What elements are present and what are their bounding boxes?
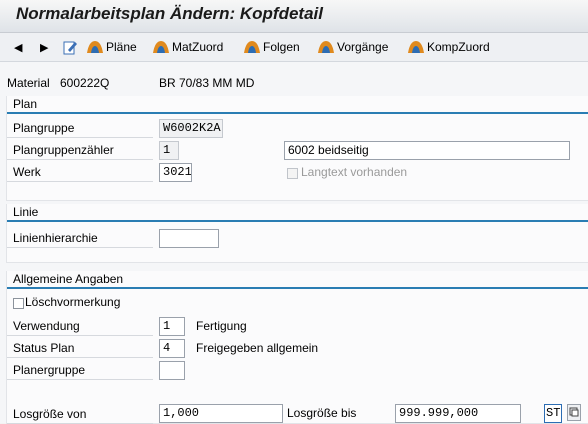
langtext-checkbox[interactable] <box>287 168 298 179</box>
vorgaenge-label: Vorgänge <box>337 40 389 54</box>
linienhierarchie-label: Linienhierarchie <box>7 228 153 248</box>
application-toolbar: ◀ ▶ Pläne MatZuord Folgen Vorgänge KompZ… <box>0 33 588 62</box>
plangruppenzaehler-field[interactable]: 1 <box>159 141 179 160</box>
kompzuord-button[interactable]: KompZuord <box>407 33 490 61</box>
back-icon: ◀ <box>14 41 23 54</box>
linie-group: Linie Linienhierarchie <box>6 204 588 263</box>
matchcode-icon <box>569 407 579 417</box>
loeschvormerkung-label: Löschvormerkung <box>25 295 121 309</box>
linie-group-title: Linie <box>13 205 39 219</box>
unit-field[interactable]: ST <box>544 404 562 423</box>
linie-group-divider <box>7 220 588 222</box>
plaene-button[interactable]: Pläne <box>86 33 137 61</box>
losgroesse-bis-field[interactable]: 999.999,000 <box>395 404 521 423</box>
matchcode-button[interactable] <box>567 404 581 421</box>
edit-icon <box>63 41 77 55</box>
material-value: 600222Q <box>60 76 110 90</box>
forward-button[interactable]: ▶ <box>40 33 48 61</box>
status-plan-text: Freigegeben allgemein <box>196 341 319 355</box>
verwendung-field[interactable]: 1 <box>159 317 185 336</box>
operations-icon <box>318 41 334 53</box>
allgemein-group-divider <box>7 287 588 289</box>
planergruppe-field[interactable] <box>159 361 185 380</box>
losgroesse-bis-label: Losgröße bis <box>287 406 357 420</box>
edit-button[interactable] <box>62 33 78 61</box>
matzuord-button[interactable]: MatZuord <box>152 33 223 61</box>
component-assign-icon <box>408 41 424 53</box>
matzuord-label: MatZuord <box>172 40 224 54</box>
folgen-button[interactable]: Folgen <box>243 33 300 61</box>
loeschvormerkung-checkbox[interactable] <box>13 298 24 309</box>
status-plan-label: Status Plan <box>7 338 153 358</box>
plangruppe-label: Plangruppe <box>7 118 153 138</box>
plan-description-field[interactable]: 6002 beidseitig <box>284 141 570 160</box>
page-title: Normalarbeitsplan Ändern: Kopfdetail <box>16 4 323 23</box>
werk-label: Werk <box>7 162 153 182</box>
plan-group: Plan Plangruppe W6002K2A Plangruppenzähl… <box>6 96 588 201</box>
plangruppe-field[interactable]: W6002K2A <box>159 119 223 138</box>
linienhierarchie-field[interactable] <box>159 229 219 248</box>
plan-group-divider <box>7 112 588 114</box>
forward-icon: ▶ <box>40 41 49 54</box>
plangruppenzaehler-label: Plangruppenzähler <box>7 140 153 160</box>
losgroesse-von-field[interactable]: 1,000 <box>159 404 283 423</box>
plan-group-title: Plan <box>13 97 38 111</box>
langtext-label: Langtext vorhanden <box>301 165 408 179</box>
kompzuord-label: KompZuord <box>427 40 490 54</box>
losgroesse-von-label: Losgröße von <box>7 404 153 424</box>
plaene-label: Pläne <box>106 40 137 54</box>
vorgaenge-button[interactable]: Vorgänge <box>317 33 388 61</box>
main-content: Material 600222Q BR 70/83 MM MD Plan Pla… <box>0 62 588 424</box>
title-bar: Normalarbeitsplan Ändern: Kopfdetail <box>0 0 588 33</box>
allgemein-group-title: Allgemeine Angaben <box>13 272 124 286</box>
allgemeine-angaben-group: Allgemeine Angaben Löschvormerkung Verwe… <box>6 271 588 424</box>
plans-icon <box>87 41 103 53</box>
back-button[interactable]: ◀ <box>14 33 22 61</box>
material-description: BR 70/83 MM MD <box>159 76 255 90</box>
planergruppe-label: Planergruppe <box>7 360 153 380</box>
verwendung-text: Fertigung <box>196 319 247 333</box>
verwendung-label: Verwendung <box>7 316 153 336</box>
status-plan-field[interactable]: 4 <box>159 339 185 358</box>
folgen-label: Folgen <box>263 40 300 54</box>
werk-field[interactable]: 3021 <box>159 163 192 182</box>
material-label: Material <box>7 76 50 90</box>
sequences-icon <box>244 41 260 53</box>
material-assign-icon <box>153 41 169 53</box>
